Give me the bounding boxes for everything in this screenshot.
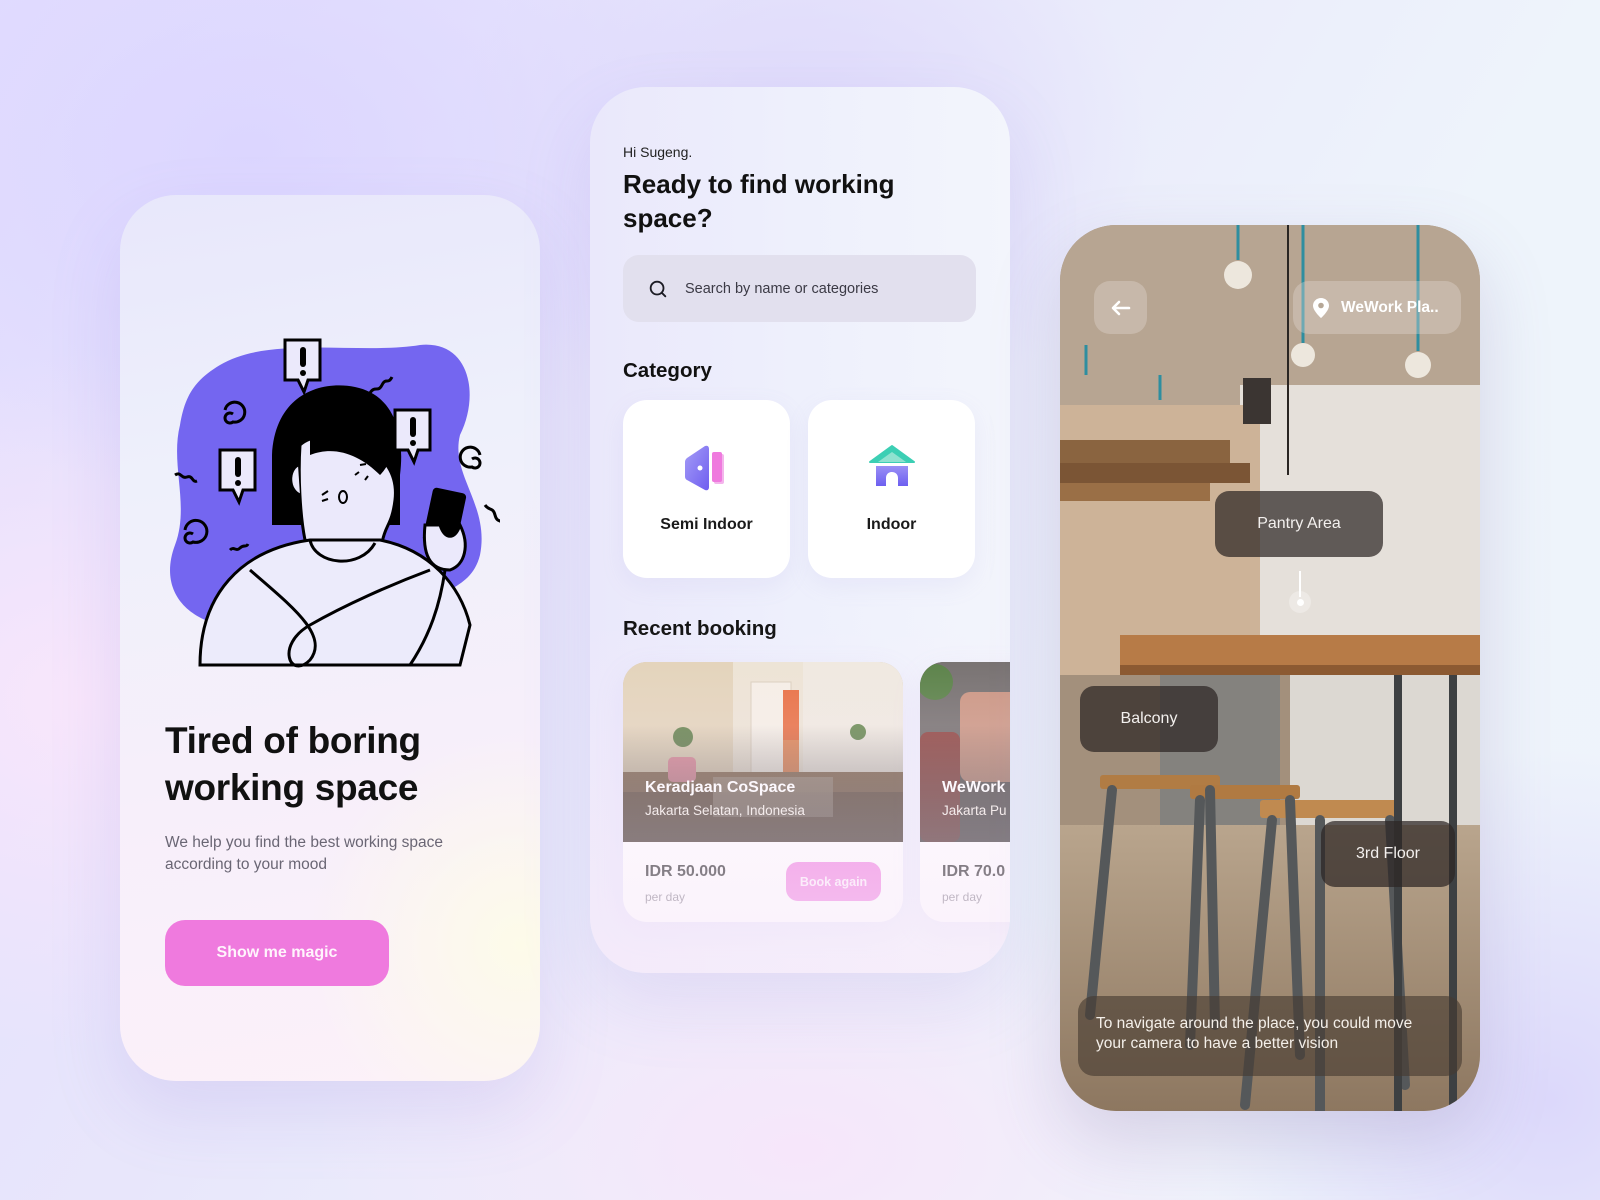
search-bar[interactable] [623, 255, 976, 322]
booking-price: IDR 50.000 [645, 863, 726, 880]
stressed-person-illustration [170, 338, 500, 668]
map-pin-icon [1313, 297, 1329, 318]
category-card-semi-indoor[interactable]: Semi Indoor [623, 400, 790, 578]
category-card-indoor[interactable]: Indoor [808, 400, 975, 578]
search-icon [649, 280, 667, 297]
back-button[interactable] [1094, 281, 1147, 334]
ar-tag-label: 3rd Floor [1355, 845, 1421, 862]
booking-price-unit: per day [942, 890, 983, 904]
booking-name: Keradjaan CoSpace [645, 779, 796, 796]
house-icon [868, 445, 915, 486]
camera-feed[interactable] [1060, 225, 1480, 1111]
booking-card[interactable]: Keradjaan CoSpace Jakarta Selatan, Indon… [623, 662, 903, 922]
ar-anchor-dot[interactable] [1289, 591, 1311, 613]
arrow-left-icon [1111, 300, 1130, 315]
door-icon [684, 445, 724, 491]
booking-location: Jakarta Pu [942, 803, 1007, 818]
booking-price-unit: per day [645, 890, 686, 904]
category-label: Indoor [866, 516, 917, 533]
category-heading: Category [623, 359, 712, 382]
onboarding-title: Tired of boring working space [165, 720, 421, 808]
location-name: WeWork Pla.. [1341, 298, 1439, 316]
navigation-hint: To navigate around the place, you could … [1078, 996, 1462, 1076]
ar-tag-3rd-floor[interactable]: 3rd Floor [1321, 821, 1455, 887]
booking-price: IDR 70.0 [942, 863, 1006, 880]
ar-tag-balcony[interactable]: Balcony [1080, 686, 1218, 752]
ar-tag-label: Balcony [1120, 710, 1178, 727]
show-me-magic-button[interactable]: Show me magic [165, 920, 389, 986]
greeting-text: Hi Sugeng. [623, 144, 693, 160]
home-screen: Hi Sugeng. Ready to find working space? … [590, 87, 1010, 973]
category-label: Semi Indoor [660, 516, 753, 533]
onboarding-subtitle: We help you find the best working space … [165, 834, 444, 873]
search-input[interactable] [685, 280, 955, 297]
booking-location: Jakarta Selatan, Indonesia [645, 803, 805, 818]
ar-tag-label: Pantry Area [1257, 515, 1341, 532]
ar-tag-pantry-area[interactable]: Pantry Area [1215, 491, 1383, 557]
book-again-button[interactable]: Book again [786, 862, 881, 901]
onboarding-screen: Tired of boring working space We help yo… [120, 195, 540, 1081]
location-chip[interactable]: WeWork Pla.. [1293, 281, 1461, 334]
recent-booking-heading: Recent booking [623, 617, 777, 640]
booking-name: WeWork [942, 779, 1006, 796]
booking-card[interactable]: WeWork Jakarta Pu IDR 70.0 per day [920, 662, 1010, 922]
page-title: Ready to find working space? [623, 169, 895, 233]
ar-view-screen: WeWork Pla.. Pantry Area Balcony 3rd Flo… [1060, 225, 1480, 1111]
